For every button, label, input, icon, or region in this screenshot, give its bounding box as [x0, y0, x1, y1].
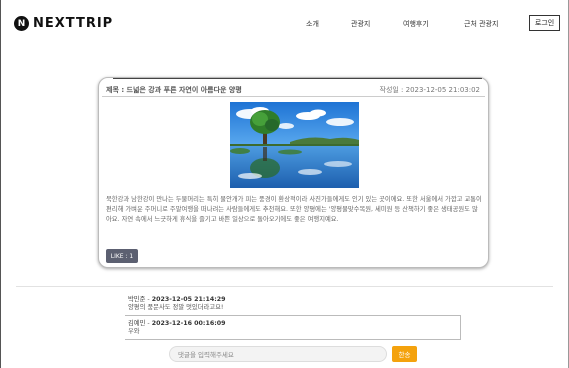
post-date: 작성일 : 2023-12-05 21:03:02	[379, 86, 480, 94]
section-divider	[16, 286, 553, 287]
comment-item: 김예민 - 2023-12-16 00:16:09 우와	[128, 320, 225, 336]
card-top-line	[113, 78, 482, 79]
window-left-border	[0, 0, 1, 368]
nav-nearby[interactable]: 근처 관광지	[464, 19, 498, 29]
nav-attractions[interactable]: 관광지	[351, 19, 370, 29]
card-divider	[102, 96, 485, 97]
post-card: 제목 : 드넓은 강과 푸른 자연이 아름다운 양평 작성일 : 2023-12…	[98, 77, 489, 268]
comment-border-top	[125, 315, 461, 316]
nav-about[interactable]: 소개	[306, 19, 319, 29]
lake-landscape-image	[230, 102, 359, 188]
comment-item: 박민준 - 2023-12-05 21:14:29 양평의 풍문사도 정말 멋있…	[128, 296, 225, 312]
comment-text: 우와	[128, 328, 140, 335]
comment-header: 박민준 - 2023-12-05 21:14:29	[128, 296, 225, 304]
comment-header: 김예민 - 2023-12-16 00:16:09	[128, 320, 225, 328]
comment-border-right	[460, 315, 461, 340]
nav-reviews[interactable]: 여행후기	[403, 19, 429, 29]
comment-input[interactable]: 댓글을 입력해주세요	[169, 346, 387, 362]
comment-date: 2023-12-16 00:16:09	[151, 320, 226, 327]
comment-author: 박민준	[128, 296, 146, 303]
like-button[interactable]: LIKE : 1	[106, 249, 138, 263]
comment-date: 2023-12-05 21:14:29	[151, 296, 226, 303]
login-button[interactable]: 로그인	[529, 15, 560, 31]
submit-comment-button[interactable]: 한송	[392, 346, 417, 362]
logo-badge-icon: N	[14, 16, 29, 31]
post-photo	[230, 102, 359, 188]
comment-text: 양평의 풍문사도 정말 멋있더라고요!	[128, 304, 224, 311]
post-title: 제목 : 드넓은 강과 푸른 자연이 아름다운 양평	[106, 86, 242, 94]
site-header: N NEXTTRIP 소개 관광지 여행후기 근처 관광지 로그인	[0, 0, 569, 48]
logo[interactable]: N NEXTTRIP	[14, 16, 113, 31]
logo-text: NEXTTRIP	[33, 16, 114, 31]
comment-author: 김예민	[128, 320, 146, 327]
post-body: 북한강과 남한강이 만나는 두물머리는 특히 물안개가 피는 풍경이 환상적이라…	[106, 196, 482, 223]
comment-border-bottom	[125, 339, 461, 340]
